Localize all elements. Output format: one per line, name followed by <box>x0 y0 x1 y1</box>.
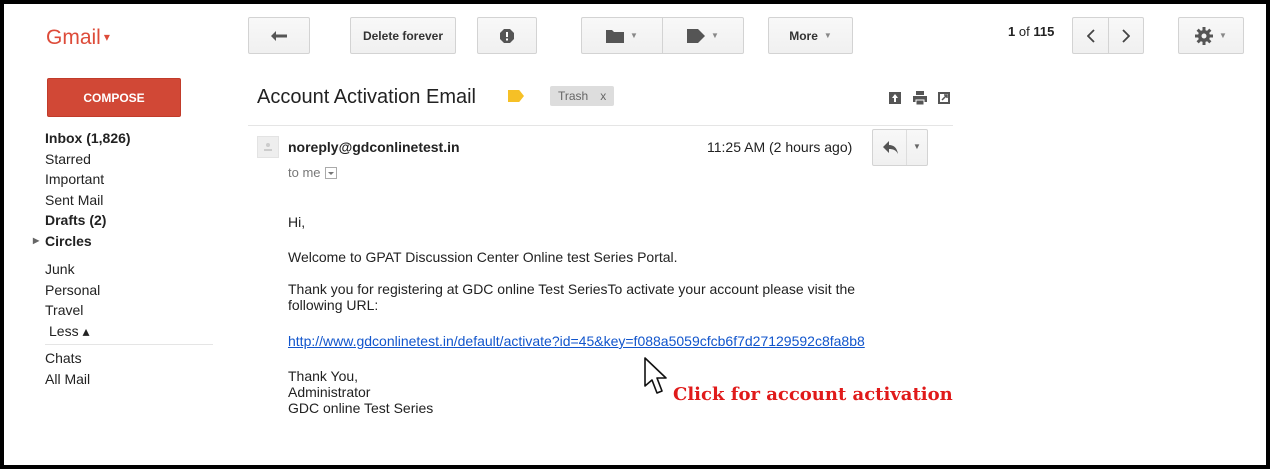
sidebar-nav: Inbox (1,826) Starred Important Sent Mai… <box>33 128 213 390</box>
sidebar-item-important[interactable]: Important <box>45 169 213 190</box>
caret-right-icon[interactable]: ▶ <box>33 231 39 251</box>
back-button[interactable] <box>248 17 310 54</box>
activation-link[interactable]: http://www.gdconlinetest.in/default/acti… <box>288 333 865 349</box>
important-marker-icon[interactable] <box>508 90 524 102</box>
gmail-window: Gmail ▾ Delete forever ▼ ▼ More ▼ 1 of 115… <box>4 4 1266 465</box>
settings-button[interactable]: ▼ <box>1178 17 1244 54</box>
sidebar-item-sent-mail[interactable]: Sent Mail <box>45 190 213 211</box>
header-divider <box>248 125 953 126</box>
body-thanks-line2: following URL: <box>288 297 379 313</box>
body-greeting: Hi, <box>288 214 306 230</box>
reply-button[interactable]: ▼ <box>872 129 928 166</box>
sidebar-item-all-mail[interactable]: All Mail <box>45 369 213 390</box>
new-window-icon[interactable] <box>937 91 951 105</box>
sender-email[interactable]: noreply@gdconlinetest.in <box>288 139 460 155</box>
sidebar-item-junk[interactable]: Junk <box>45 259 213 280</box>
chevron-down-icon[interactable]: ▼ <box>913 142 921 151</box>
labels-button[interactable]: ▼ <box>662 17 744 54</box>
show-details-dropdown[interactable] <box>324 167 337 179</box>
label-chip-trash[interactable]: Trash x <box>550 86 615 106</box>
body-sign-org: GDC online Test Series <box>288 400 434 416</box>
more-button[interactable]: More ▼ <box>768 17 853 54</box>
chevron-down-icon: ▼ <box>823 31 832 40</box>
sidebar-item-inbox[interactable]: Inbox (1,826) <box>45 128 213 149</box>
label-tag-icon <box>687 28 706 43</box>
print-icon[interactable] <box>913 91 927 105</box>
reply-divider <box>906 130 907 165</box>
chevron-left-icon <box>1086 28 1095 43</box>
sidebar-item-label: Circles <box>45 232 92 249</box>
more-label: More <box>789 28 818 43</box>
chevron-down-icon: ▼ <box>711 31 719 40</box>
message-subject: Account Activation Email <box>257 86 476 108</box>
chevron-right-icon <box>1122 28 1130 43</box>
sidebar-item-circles[interactable]: ▶ Circles <box>33 231 213 252</box>
chevron-down-icon: ▼ <box>630 31 638 40</box>
sidebar-item-chats[interactable]: Chats <box>45 348 213 369</box>
sidebar-item-less[interactable]: Less ▴ <box>45 321 213 342</box>
report-spam-icon <box>500 28 514 43</box>
sidebar-item-personal[interactable]: Personal <box>45 280 213 301</box>
delete-forever-button[interactable]: Delete forever <box>350 17 456 54</box>
compose-label: COMPOSE <box>83 90 145 105</box>
recipient-text: to me <box>288 165 321 180</box>
delete-forever-label: Delete forever <box>362 28 444 43</box>
pager-text: 1 of 115 <box>1008 24 1055 39</box>
sidebar-item-starred[interactable]: Starred <box>45 149 213 170</box>
remove-label-button[interactable]: x <box>600 89 606 103</box>
sidebar-divider <box>45 344 213 345</box>
annotation-text: Click for account activation <box>673 384 953 405</box>
label-chip-text: Trash <box>558 89 589 103</box>
gear-icon <box>1195 26 1214 45</box>
reply-icon <box>883 141 898 154</box>
folder-icon <box>606 29 625 43</box>
compose-button[interactable]: COMPOSE <box>47 78 181 117</box>
person-icon <box>264 143 272 151</box>
body-thanks-line1: Thank you for registering at GDC online … <box>288 281 856 297</box>
recipient-line: to me <box>288 165 337 180</box>
report-spam-button[interactable] <box>477 17 537 54</box>
gmail-logo[interactable]: Gmail ▾ <box>46 26 110 50</box>
chevron-down-icon: ▼ <box>1219 31 1227 40</box>
chevron-down-icon: ▾ <box>103 30 110 44</box>
move-to-button[interactable]: ▼ <box>581 17 662 54</box>
message-timestamp: 11:25 AM (2 hours ago) <box>707 139 853 155</box>
body-sign-thanks: Thank You, <box>288 368 359 384</box>
sidebar-item-travel[interactable]: Travel <box>45 300 213 321</box>
arrow-left-icon <box>271 30 287 41</box>
body-sign-admin: Administrator <box>288 384 371 400</box>
avatar <box>257 136 279 158</box>
body-welcome: Welcome to GPAT Discussion Center Online… <box>288 249 678 265</box>
expand-all-icon[interactable] <box>888 91 902 105</box>
mouse-cursor-icon <box>644 357 667 394</box>
older-button[interactable] <box>1108 17 1144 54</box>
newer-button[interactable] <box>1072 17 1108 54</box>
sidebar-item-drafts[interactable]: Drafts (2) <box>45 210 213 231</box>
